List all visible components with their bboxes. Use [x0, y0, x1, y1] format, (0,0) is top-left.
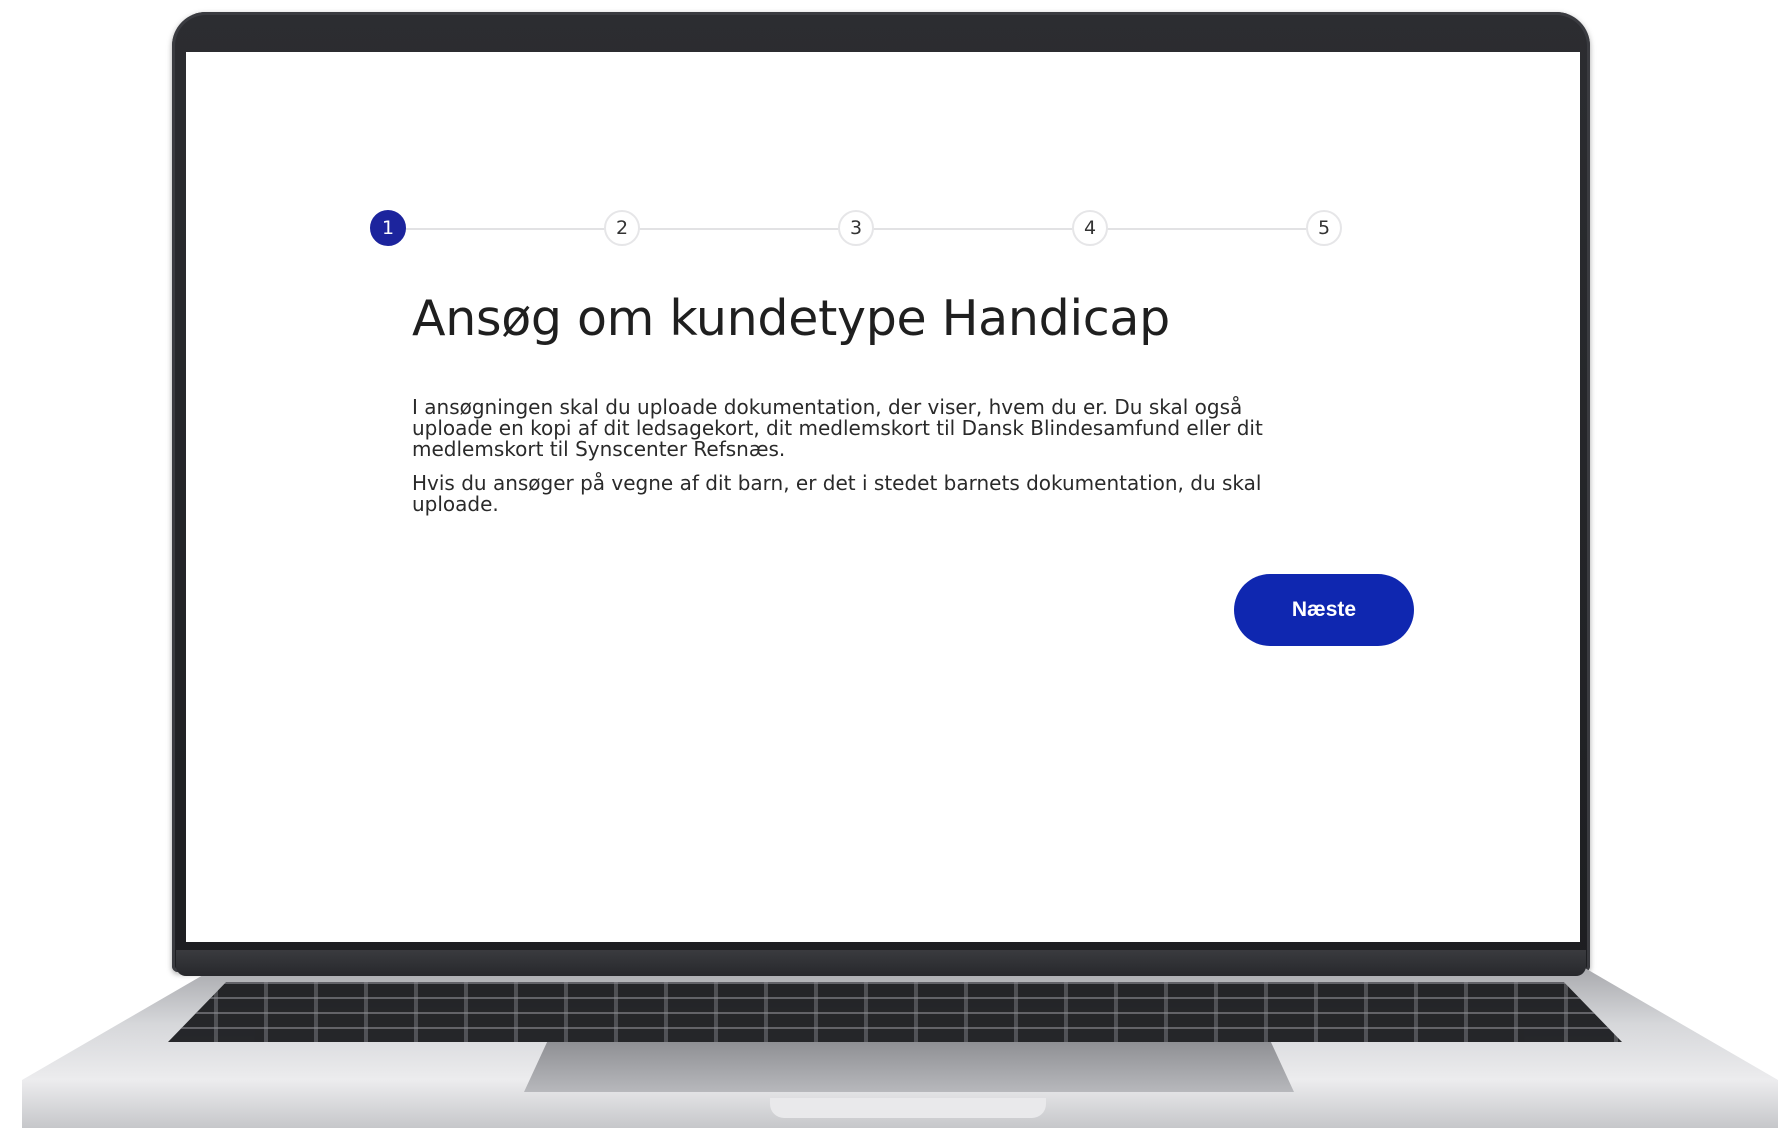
laptop-screen: 1 2 3 4 5 Ansøg om kundetype Handicap I …: [186, 52, 1580, 942]
next-button[interactable]: Næste: [1234, 574, 1414, 646]
step-2[interactable]: 2: [604, 210, 640, 246]
base-notch: [770, 1098, 1046, 1118]
intro-paragraph: I ansøgningen skal du uploade dokumentat…: [412, 395, 1263, 461]
step-1[interactable]: 1: [370, 210, 406, 246]
step-5[interactable]: 5: [1306, 210, 1342, 246]
keyboard-rows: [168, 982, 1622, 1042]
step-3[interactable]: 3: [838, 210, 874, 246]
trackpad: [524, 1042, 1294, 1092]
page-title: Ansøg om kundetype Handicap: [412, 290, 1170, 347]
laptop-hinge: [176, 950, 1586, 976]
child-info-paragraph: Hvis du ansøger på vegne af dit barn, er…: [412, 471, 1262, 516]
step-4[interactable]: 4: [1072, 210, 1108, 246]
